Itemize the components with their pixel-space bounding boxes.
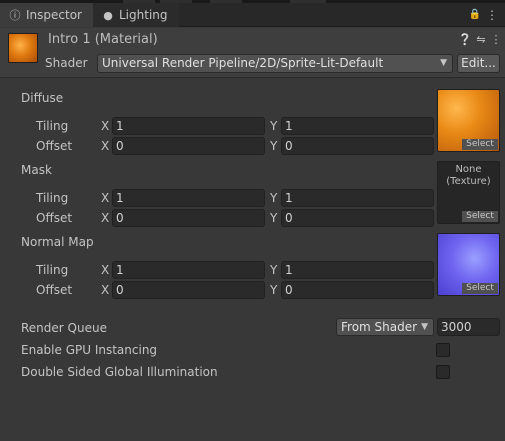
- diffuse-label: Diffuse: [21, 91, 64, 105]
- tiling-label: Tiling: [36, 263, 69, 277]
- diffuse-tiling-y-field[interactable]: 1: [281, 117, 434, 135]
- chevron-down-icon: ▼: [421, 322, 428, 332]
- shader-value: Universal Render Pipeline/2D/Sprite-Lit-…: [102, 56, 384, 70]
- normal-offset-y-field[interactable]: 0: [281, 281, 434, 299]
- tab-inspector[interactable]: ⓘ Inspector: [0, 3, 93, 27]
- tab-label: Lighting: [119, 8, 168, 22]
- axis-y-label: Y: [270, 139, 278, 153]
- normal-map-texture-select-button[interactable]: Select: [462, 283, 498, 294]
- edit-shader-button[interactable]: Edit...: [457, 54, 500, 73]
- offset-label: Offset: [36, 211, 73, 225]
- axis-x-label: X: [101, 211, 110, 225]
- material-preview-icon: [8, 33, 38, 63]
- mask-offset-x-field[interactable]: 0: [112, 209, 265, 227]
- gpu-instancing-checkbox[interactable]: [436, 343, 450, 357]
- more-menu-icon[interactable]: ⋮: [486, 7, 498, 23]
- tab-lighting[interactable]: ● Lighting: [93, 3, 179, 27]
- shader-label: Shader: [45, 56, 88, 70]
- diffuse-offset-y-field[interactable]: 0: [281, 137, 434, 155]
- normal-tiling-y-field[interactable]: 1: [281, 261, 434, 279]
- mask-texture-none: None: [455, 164, 482, 175]
- mask-tiling-y-field[interactable]: 1: [281, 189, 434, 207]
- mask-offset-y-field[interactable]: 0: [281, 209, 434, 227]
- diffuse-texture-select-button[interactable]: Select: [462, 139, 498, 150]
- diffuse-offset-x-field[interactable]: 0: [112, 137, 265, 155]
- normal-tiling-x-field[interactable]: 1: [112, 261, 265, 279]
- chevron-down-icon: ▼: [440, 58, 447, 68]
- tiling-label: Tiling: [36, 119, 69, 133]
- mask-tiling-x-field[interactable]: 1: [112, 189, 265, 207]
- mask-texture-kind: (Texture): [446, 176, 491, 187]
- double-sided-gi-checkbox[interactable]: [436, 365, 450, 379]
- lock-icon[interactable]: 🔒: [468, 7, 482, 23]
- normal-map-label: Normal Map: [21, 235, 94, 249]
- render-queue-value-field[interactable]: 3000: [437, 318, 500, 336]
- double-sided-gi-label: Double Sided Global Illumination: [21, 365, 218, 379]
- tiling-label: Tiling: [36, 191, 69, 205]
- normal-map-texture-slot[interactable]: Select: [437, 233, 500, 296]
- shader-dropdown[interactable]: Universal Render Pipeline/2D/Sprite-Lit-…: [97, 54, 453, 73]
- tab-label: Inspector: [26, 8, 82, 22]
- axis-x-label: X: [101, 191, 110, 205]
- help-icon[interactable]: ❔: [458, 32, 472, 48]
- bulb-icon: ●: [103, 9, 113, 22]
- gpu-instancing-label: Enable GPU Instancing: [21, 343, 158, 357]
- offset-label: Offset: [36, 283, 73, 297]
- axis-y-label: Y: [270, 283, 278, 297]
- info-icon: ⓘ: [9, 9, 21, 22]
- normal-offset-x-field[interactable]: 0: [112, 281, 265, 299]
- material-title: Intro 1 (Material): [48, 32, 158, 47]
- render-queue-label: Render Queue: [21, 321, 107, 335]
- axis-y-label: Y: [270, 191, 278, 205]
- axis-x-label: X: [101, 263, 110, 277]
- axis-y-label: Y: [270, 263, 278, 277]
- diffuse-tiling-x-field[interactable]: 1: [112, 117, 265, 135]
- axis-x-label: X: [101, 119, 110, 133]
- settings-sliders-icon[interactable]: ⇋: [474, 32, 488, 48]
- axis-x-label: X: [101, 139, 110, 153]
- offset-label: Offset: [36, 139, 73, 153]
- mask-texture-slot[interactable]: None (Texture) Select: [437, 161, 500, 224]
- mask-texture-select-button[interactable]: Select: [462, 211, 498, 222]
- axis-x-label: X: [101, 283, 110, 297]
- mask-label: Mask: [21, 163, 52, 177]
- axis-y-label: Y: [270, 119, 278, 133]
- render-queue-mode-dropdown[interactable]: From Shader ▼: [336, 318, 434, 336]
- more-menu-icon[interactable]: ⋮: [489, 32, 503, 48]
- diffuse-texture-slot[interactable]: Select: [437, 89, 500, 152]
- axis-y-label: Y: [270, 211, 278, 225]
- render-queue-mode-value: From Shader: [341, 320, 418, 334]
